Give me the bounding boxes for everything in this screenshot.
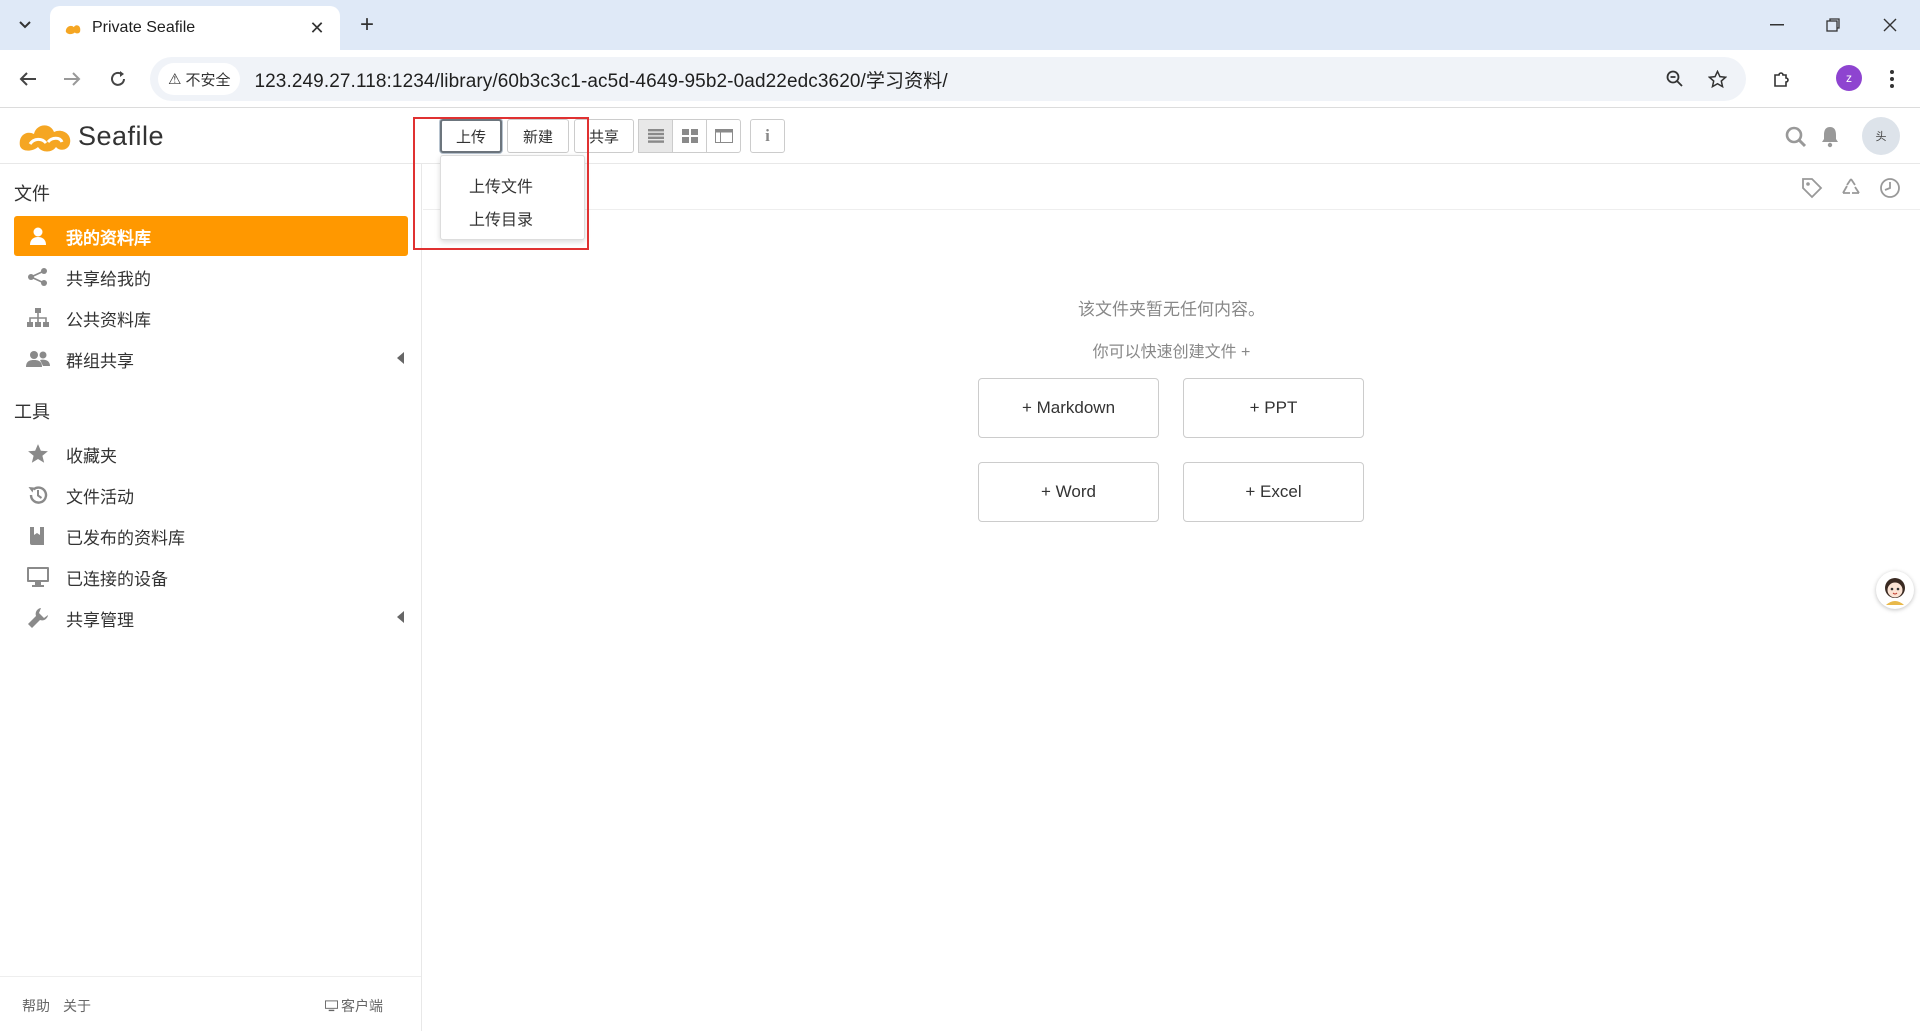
sitemap-icon: [24, 304, 52, 332]
recycle-bin-icon[interactable]: [1837, 174, 1865, 202]
sidebar-item-file-activities[interactable]: 文件活动: [14, 475, 408, 515]
about-link[interactable]: 关于: [63, 996, 91, 1016]
user-avatar[interactable]: 头: [1862, 117, 1900, 155]
book-icon: [24, 522, 52, 550]
tab-search-chevron-icon[interactable]: [10, 10, 40, 40]
sidebar-item-label: 已连接的设备: [66, 569, 168, 589]
close-window-icon[interactable]: [1870, 8, 1910, 42]
security-label: 不安全: [185, 71, 231, 89]
logo-text: Seafile: [78, 120, 165, 151]
upload-button[interactable]: 上传: [440, 119, 502, 153]
history-clock-icon[interactable]: [1876, 174, 1904, 202]
sidebar-item-label: 我的资料库: [66, 228, 151, 248]
caret-left-icon[interactable]: [397, 611, 404, 623]
list-view-icon[interactable]: [638, 119, 673, 153]
seafile-header: Seafile 上传 新建 共享 i 头: [0, 108, 1920, 164]
sidebar-item-shared-with-me[interactable]: 共享给我的: [14, 257, 408, 297]
seafile-favicon-icon: [65, 25, 81, 35]
address-bar[interactable]: ⚠ 不安全 123.249.27.118:1234/library/60b3c3…: [150, 57, 1746, 101]
create-ppt-button[interactable]: + PPT: [1183, 378, 1364, 438]
tag-icon[interactable]: [1798, 174, 1826, 202]
security-chip[interactable]: ⚠ 不安全: [158, 63, 241, 95]
bookmark-star-icon[interactable]: [1700, 57, 1734, 101]
help-link[interactable]: 帮助: [22, 996, 50, 1016]
tab-close-icon[interactable]: ✕: [306, 17, 328, 39]
sidebar-item-favorites[interactable]: 收藏夹: [14, 434, 408, 474]
forward-arrow-icon[interactable]: [56, 63, 88, 95]
search-icon[interactable]: [1781, 122, 1811, 152]
share-nodes-icon: [24, 263, 52, 291]
new-tab-icon[interactable]: +: [352, 10, 382, 40]
sidebar: 文件 我的资料库 共享给我的 公共资料库 群组共享 工具 收藏夹 文件活动 已发…: [0, 164, 422, 1031]
sidebar-item-published-libraries[interactable]: 已发布的资料库: [14, 516, 408, 556]
sidebar-item-label: 共享给我的: [66, 269, 151, 289]
seafile-logo-icon: [19, 125, 71, 152]
reload-icon[interactable]: [102, 63, 134, 95]
sidebar-item-label: 收藏夹: [66, 446, 117, 466]
grid-view-icon[interactable]: [672, 119, 707, 153]
column-view-icon[interactable]: [706, 119, 741, 153]
info-icon[interactable]: i: [750, 119, 785, 153]
client-link[interactable]: 客户端: [325, 996, 383, 1016]
sidebar-item-public-libraries[interactable]: 公共资料库: [14, 298, 408, 338]
star-icon: [24, 440, 52, 468]
url-text[interactable]: 123.249.27.118:1234/library/60b3c3c1-ac5…: [254, 66, 947, 93]
new-button[interactable]: 新建: [507, 119, 569, 153]
zoom-icon[interactable]: [1658, 57, 1692, 101]
client-label: 客户端: [341, 998, 383, 1014]
browser-toolbar: ⚠ 不安全 123.249.27.118:1234/library/60b3c3…: [0, 50, 1920, 108]
assistant-avatar-icon[interactable]: [1876, 571, 1914, 609]
sidebar-item-group-share[interactable]: 群组共享: [14, 339, 408, 379]
profile-avatar[interactable]: z: [1836, 65, 1862, 91]
minimize-icon[interactable]: [1757, 8, 1797, 42]
empty-folder-message: 该文件夹暂无任何内容。: [1078, 300, 1265, 319]
sidebar-item-my-libraries[interactable]: 我的资料库: [14, 216, 408, 256]
sidebar-item-share-admin[interactable]: 共享管理: [14, 598, 408, 638]
sidebar-item-label: 群组共享: [66, 351, 134, 371]
warning-triangle-icon: ⚠: [168, 71, 182, 88]
share-button[interactable]: 共享: [574, 119, 634, 153]
browser-tabstrip: Private Seafile ✕ +: [0, 0, 1920, 50]
user-icon: [24, 222, 52, 250]
restore-icon[interactable]: [1813, 8, 1853, 42]
extensions-puzzle-icon[interactable]: [1766, 63, 1798, 95]
create-excel-button[interactable]: + Excel: [1183, 462, 1364, 522]
sidebar-item-label: 公共资料库: [66, 310, 151, 330]
sidebar-item-label: 共享管理: [66, 610, 134, 630]
wrench-icon: [24, 604, 52, 632]
caret-left-icon[interactable]: [397, 352, 404, 364]
back-arrow-icon[interactable]: [12, 63, 44, 95]
group-icon: [24, 345, 52, 373]
bell-icon[interactable]: [1815, 122, 1845, 152]
browser-tab[interactable]: Private Seafile ✕: [50, 6, 340, 50]
desktop-icon: [325, 1000, 338, 1012]
path-bar: [423, 164, 1920, 210]
browser-menu-icon[interactable]: [1876, 63, 1908, 95]
sidebar-footer: 帮助 关于 客户端: [0, 976, 421, 1031]
create-word-button[interactable]: + Word: [978, 462, 1159, 522]
sidebar-item-label: 文件活动: [66, 487, 134, 507]
monitor-icon: [24, 563, 52, 591]
tools-heading: 工具: [14, 402, 50, 422]
view-mode-group: [638, 119, 741, 153]
seafile-logo[interactable]: Seafile: [16, 116, 164, 156]
sidebar-item-linked-devices[interactable]: 已连接的设备: [14, 557, 408, 597]
upload-dropdown-menu: 上传文件 上传目录: [440, 155, 585, 240]
tab-title: Private Seafile: [92, 19, 196, 36]
avatar-alt-text: 头: [1875, 131, 1887, 143]
history-icon: [24, 481, 52, 509]
sidebar-item-label: 已发布的资料库: [66, 528, 185, 548]
create-markdown-button[interactable]: + Markdown: [978, 378, 1159, 438]
upload-files-menu-item[interactable]: 上传文件: [469, 173, 533, 197]
upload-folder-menu-item[interactable]: 上传目录: [469, 206, 533, 230]
files-heading: 文件: [14, 184, 50, 204]
quick-create-hint: 你可以快速创建文件 +: [1092, 344, 1251, 361]
